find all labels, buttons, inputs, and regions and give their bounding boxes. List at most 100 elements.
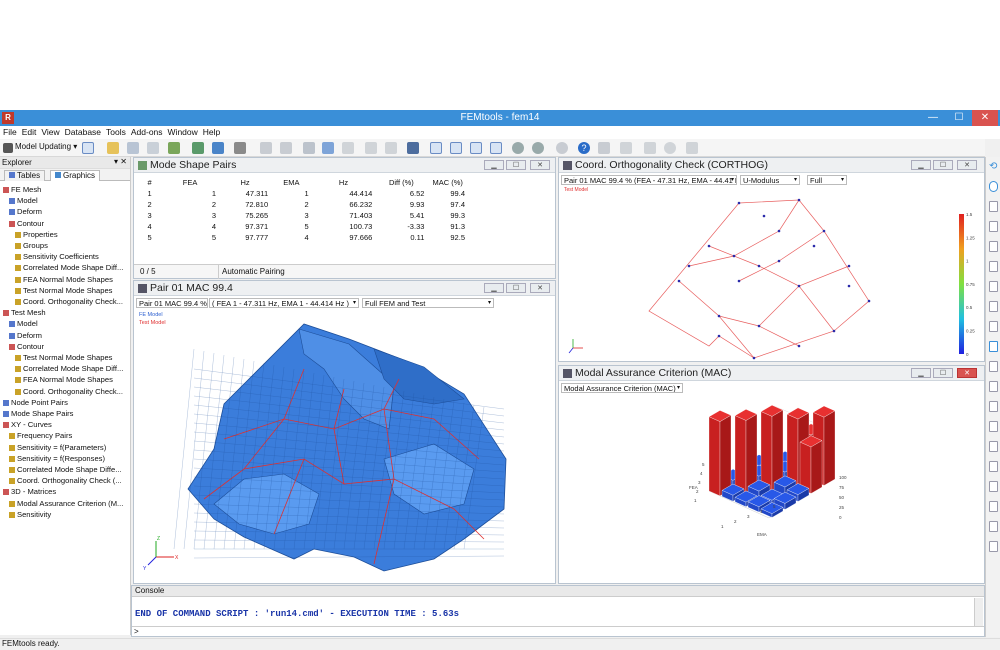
pin-icon[interactable]: ▾ ✕ (114, 157, 127, 166)
menu-edit[interactable]: Edit (19, 126, 39, 137)
fit-icon[interactable] (989, 261, 998, 272)
disabled-tool-2-icon[interactable] (644, 142, 656, 154)
column-header[interactable]: MAC (%) (427, 177, 468, 188)
page-5-icon[interactable] (989, 441, 998, 452)
page-3-icon[interactable] (989, 401, 998, 412)
tree-item[interactable]: Correlated Mode Shape Diffe... (9, 464, 130, 475)
tree-item[interactable]: Mode Shape Pairs (3, 408, 130, 419)
close-button[interactable]: ✕ (972, 110, 998, 126)
corthog-pair-dropdown[interactable]: Pair 01 MAC 99.4 % (FEA - 47.31 Hz, EMA … (561, 175, 737, 185)
export-icon[interactable] (192, 142, 204, 154)
tab-graphics[interactable]: Graphics (50, 170, 101, 181)
view-xz-icon[interactable] (989, 321, 998, 332)
minimize-button[interactable]: ▁ (484, 160, 504, 170)
tree-item[interactable]: Deform (9, 206, 130, 217)
pan-icon[interactable] (989, 201, 998, 212)
tree-item[interactable]: Test Normal Mode Shapes (15, 285, 130, 296)
page-4-icon[interactable] (989, 421, 998, 432)
corthog-wireframe[interactable]: 1.5 1.25 1 0.75 0.5 0.25 0 (559, 186, 986, 362)
cut-icon[interactable] (303, 142, 315, 154)
tree-item[interactable]: Coord. Orthogonality Check... (15, 296, 130, 307)
tree-item[interactable]: Test Mesh (3, 307, 130, 318)
table-row[interactable]: 4 4 97.371 5 100.73 -3.33 91.3 (138, 221, 468, 232)
page-icon[interactable] (989, 361, 998, 372)
mac-dropdown[interactable]: Modal Assurance Criterion (MAC) ▾ (561, 383, 683, 393)
modulus-dropdown[interactable]: U-Modulus ▾ (740, 175, 800, 185)
tree-item[interactable]: Model (9, 195, 130, 206)
maximize-button[interactable]: ☐ (506, 283, 526, 293)
page-10-icon[interactable] (989, 541, 998, 552)
tree-item[interactable]: Contour (9, 341, 130, 352)
range-dropdown[interactable]: Full ▾ (807, 175, 847, 185)
layout-3-icon[interactable] (470, 142, 482, 154)
undo-icon[interactable] (260, 142, 272, 154)
menu-database[interactable]: Database (62, 126, 103, 137)
disabled-tool-3-icon[interactable] (664, 142, 676, 154)
close-button[interactable]: ✕ (530, 283, 550, 293)
tree-item[interactable]: Test Normal Mode Shapes (15, 352, 130, 363)
zoom-icon[interactable] (989, 221, 998, 232)
help-icon[interactable]: ? (578, 142, 590, 154)
table-row[interactable]: 2 2 72.810 2 66.232 9.93 97.4 (138, 199, 468, 210)
mac-3d-chart[interactable]: FEA EMA 1007550250 54321 12345 (559, 396, 986, 584)
tree-item[interactable]: XY - Curves (3, 419, 130, 430)
page-2-icon[interactable] (989, 381, 998, 392)
tree-item[interactable]: FEA Normal Mode Shapes (15, 274, 130, 285)
import-icon[interactable] (168, 142, 180, 154)
view-yz-icon[interactable] (989, 301, 998, 312)
tree-item[interactable]: FEA Normal Mode Shapes (15, 374, 130, 385)
copy-icon[interactable] (322, 142, 334, 154)
page-7-icon[interactable] (989, 481, 998, 492)
pair-detail-dropdown[interactable]: ( FEA 1 - 47.311 Hz, EMA 1 - 44.414 Hz )… (209, 298, 359, 308)
menu-view[interactable]: View (38, 126, 61, 137)
step-back-icon[interactable] (365, 142, 377, 154)
maximize-button[interactable]: ☐ (933, 368, 953, 378)
column-header[interactable]: Diff (%) (375, 177, 427, 188)
tree-item[interactable]: Sensitivity = f(Parameters) (9, 442, 130, 453)
tab-tables[interactable]: Tables (4, 170, 46, 181)
maximize-button[interactable]: ☐ (506, 160, 526, 170)
maximize-button[interactable]: ☐ (946, 110, 972, 126)
open-folder-icon[interactable] (107, 142, 119, 154)
tree-item[interactable]: Coord. Orthogonality Check... (15, 386, 130, 397)
minimize-button[interactable]: ▁ (911, 160, 931, 170)
menu-window[interactable]: Window (165, 126, 200, 137)
refresh-icon[interactable] (212, 142, 224, 154)
tree-item[interactable]: Correlated Mode Shape Diff... (15, 363, 130, 374)
table-row[interactable]: 3 3 75.265 3 71.403 5.41 99.3 (138, 210, 468, 221)
save-all-icon[interactable] (147, 142, 159, 154)
table-row[interactable]: 1 1 47.311 1 44.414 6.52 99.4 (138, 188, 468, 199)
column-header[interactable]: # (138, 177, 161, 188)
paste-icon[interactable] (342, 142, 354, 154)
tree-item[interactable]: Modal Assurance Criterion (M... (9, 498, 130, 509)
table-row[interactable]: 5 5 97.777 4 97.666 0.11 92.5 (138, 232, 468, 243)
console-input[interactable]: > (132, 626, 984, 637)
stop-icon[interactable] (556, 142, 568, 154)
settings-icon[interactable] (512, 142, 524, 154)
page-8-icon[interactable] (989, 501, 998, 512)
tree-item[interactable]: Model (9, 318, 130, 329)
layout-2-icon[interactable] (450, 142, 462, 154)
tree-item[interactable]: Coord. Orthogonality Check (... (9, 475, 130, 486)
tree-item[interactable]: Frequency Pairs (9, 430, 130, 441)
save-icon[interactable] (127, 142, 139, 154)
close-button[interactable]: ✕ (957, 160, 977, 170)
disabled-tool-icon[interactable] (620, 142, 632, 154)
step-forward-icon[interactable] (385, 142, 397, 154)
menu-file[interactable]: File (0, 126, 19, 137)
print-icon[interactable] (234, 142, 246, 154)
layout-4-icon[interactable] (490, 142, 502, 154)
menu-help[interactable]: Help (200, 126, 222, 137)
info-icon[interactable] (598, 142, 610, 154)
column-header[interactable]: FEA (161, 177, 219, 188)
close-button[interactable]: ✕ (530, 160, 550, 170)
column-header[interactable]: Hz (219, 177, 271, 188)
tree-item[interactable]: Properties (15, 229, 130, 240)
menu-addons[interactable]: Add-ons (128, 126, 165, 137)
tree-item[interactable]: Sensitivity = f(Responses) (9, 453, 130, 464)
maximize-button[interactable]: ☐ (933, 160, 953, 170)
minimize-button[interactable]: — (920, 110, 946, 126)
tree-item[interactable]: Sensitivity Coefficients (15, 251, 130, 262)
tree-item[interactable]: Node Point Pairs (3, 397, 130, 408)
options-icon[interactable] (532, 142, 544, 154)
